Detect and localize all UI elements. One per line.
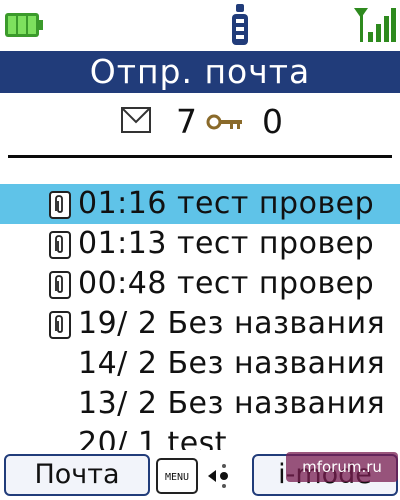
key-icon: [206, 114, 242, 130]
i-mode-indicator-icon: [232, 4, 248, 45]
list-item[interactable]: 00:48 тест провер: [0, 264, 400, 304]
list-item[interactable]: 01:13 тест провер: [0, 224, 400, 264]
list-item[interactable]: 13/ 2 Без названия: [0, 384, 400, 424]
page-title: Отпр. почта: [0, 51, 400, 93]
list-item[interactable]: 01:16 тест провер: [0, 184, 400, 224]
nav-key-icon[interactable]: [204, 462, 244, 490]
envelope-icon: [121, 107, 151, 133]
signal-strength-icon: [354, 8, 396, 42]
mail-subject: 14/ 2 Без названия: [78, 346, 386, 381]
status-bar: [0, 0, 400, 50]
mail-subject: 13/ 2 Без названия: [78, 386, 386, 421]
sent-mail-list[interactable]: 01:16 тест провер 01:13 тест провер 00:4…: [0, 180, 400, 460]
attachment-icon: [49, 311, 71, 339]
phone-screen: Отпр. почта 7 0 01:16 тест провер 01:13 …: [0, 0, 400, 500]
mail-counters: 7 0: [0, 100, 400, 146]
divider: [8, 155, 392, 158]
list-item[interactable]: 19/ 2 Без названия: [0, 304, 400, 344]
mail-softkey[interactable]: Почта: [4, 454, 150, 496]
watermark-logo: mforum.ru: [286, 452, 398, 482]
mail-subject: 01:16 тест провер: [78, 186, 375, 221]
list-item[interactable]: 14/ 2 Без названия: [0, 344, 400, 384]
mail-subject: 01:13 тест провер: [78, 226, 375, 261]
menu-key-label: MENU: [165, 472, 189, 483]
mail-subject: 19/ 2 Без названия: [78, 306, 386, 341]
attachment-icon: [49, 191, 71, 219]
attachment-icon: [49, 231, 71, 259]
mail-subject: 00:48 тест провер: [78, 266, 375, 301]
mail-count: 7: [176, 102, 197, 141]
attachment-icon: [49, 271, 71, 299]
protected-count: 0: [262, 102, 283, 141]
menu-key-icon[interactable]: MENU: [156, 458, 198, 494]
battery-full-icon: [5, 13, 43, 37]
